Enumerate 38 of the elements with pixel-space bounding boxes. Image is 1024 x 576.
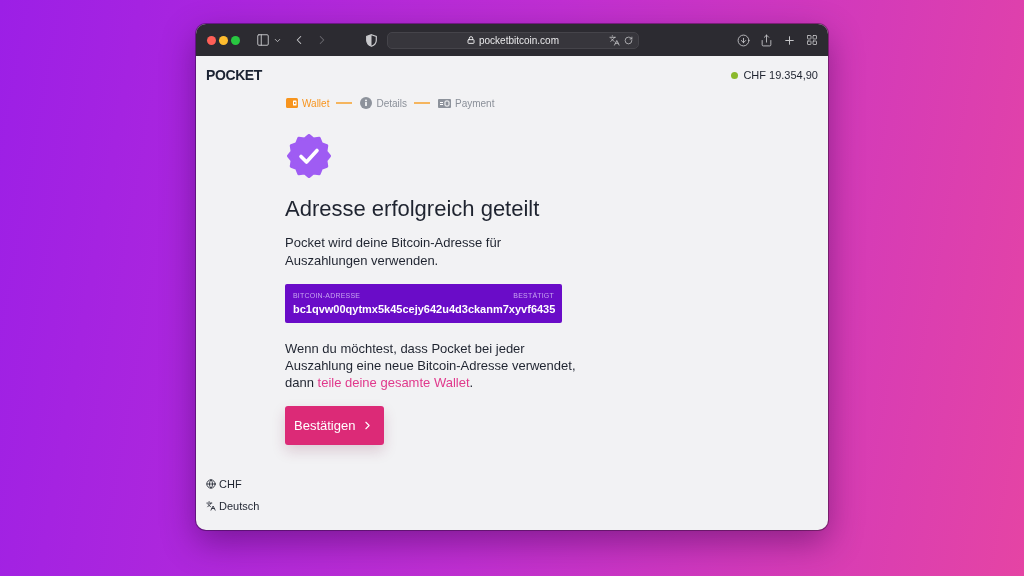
sidebar-icon: [256, 33, 270, 47]
logo[interactable]: POCKET: [206, 67, 262, 83]
reload-icon[interactable]: [624, 35, 633, 45]
verified-badge-icon: [287, 134, 331, 178]
step-label: Details: [376, 97, 407, 109]
confirm-button[interactable]: Bestätigen: [285, 406, 384, 445]
currency-selector[interactable]: CHF: [206, 477, 242, 491]
balance-amount: CHF 19.354,90: [743, 69, 818, 81]
translate-icon: [206, 501, 216, 511]
step-connector: [414, 102, 430, 104]
address-bar[interactable]: pocketbitcoin.com: [387, 31, 639, 49]
globe-icon: [206, 479, 216, 489]
bitcoin-address: bc1qvw00qytmx5k45cejy642u4d3ckanm7xyvf6435: [293, 302, 554, 316]
shield-icon: [366, 33, 377, 47]
info-icon: [360, 97, 373, 109]
share-icon[interactable]: [760, 33, 773, 47]
minimize-button[interactable]: [219, 35, 228, 45]
share-wallet-note: Wenn du möchtest, dass Pocket bei jeder Auszahlung eine neue Bitcoin-Adresse verwendet, dann teile deine gesamte Wallet.: [285, 340, 577, 391]
wallet-icon: [286, 98, 298, 108]
translate-icon[interactable]: [609, 34, 620, 46]
language-selector[interactable]: Deutsch: [206, 499, 260, 513]
banknote-icon: [438, 98, 451, 108]
step-label: Payment: [455, 97, 495, 109]
download-icon[interactable]: [737, 33, 750, 47]
url-text: pocketbitcoin.com: [478, 34, 559, 46]
status-dot-icon: [731, 71, 739, 79]
share-wallet-link[interactable]: teile deine gesamte Wallet: [317, 375, 470, 390]
intro-text: Pocket wird deine Bitcoin-Adresse für Auszahlungen verwenden.: [285, 234, 503, 270]
zoom-button[interactable]: [231, 35, 240, 45]
privacy-button[interactable]: [366, 33, 377, 47]
sidebar-button[interactable]: [256, 33, 270, 47]
tab-overview-icon[interactable]: [806, 34, 818, 46]
new-tab-icon[interactable]: [783, 33, 796, 47]
step-label: Wallet: [302, 97, 330, 109]
close-button[interactable]: [207, 35, 216, 45]
lock-icon: [466, 36, 475, 44]
page-title: Adresse erfolgreich geteilt: [285, 195, 540, 223]
step-connector: [336, 102, 353, 104]
